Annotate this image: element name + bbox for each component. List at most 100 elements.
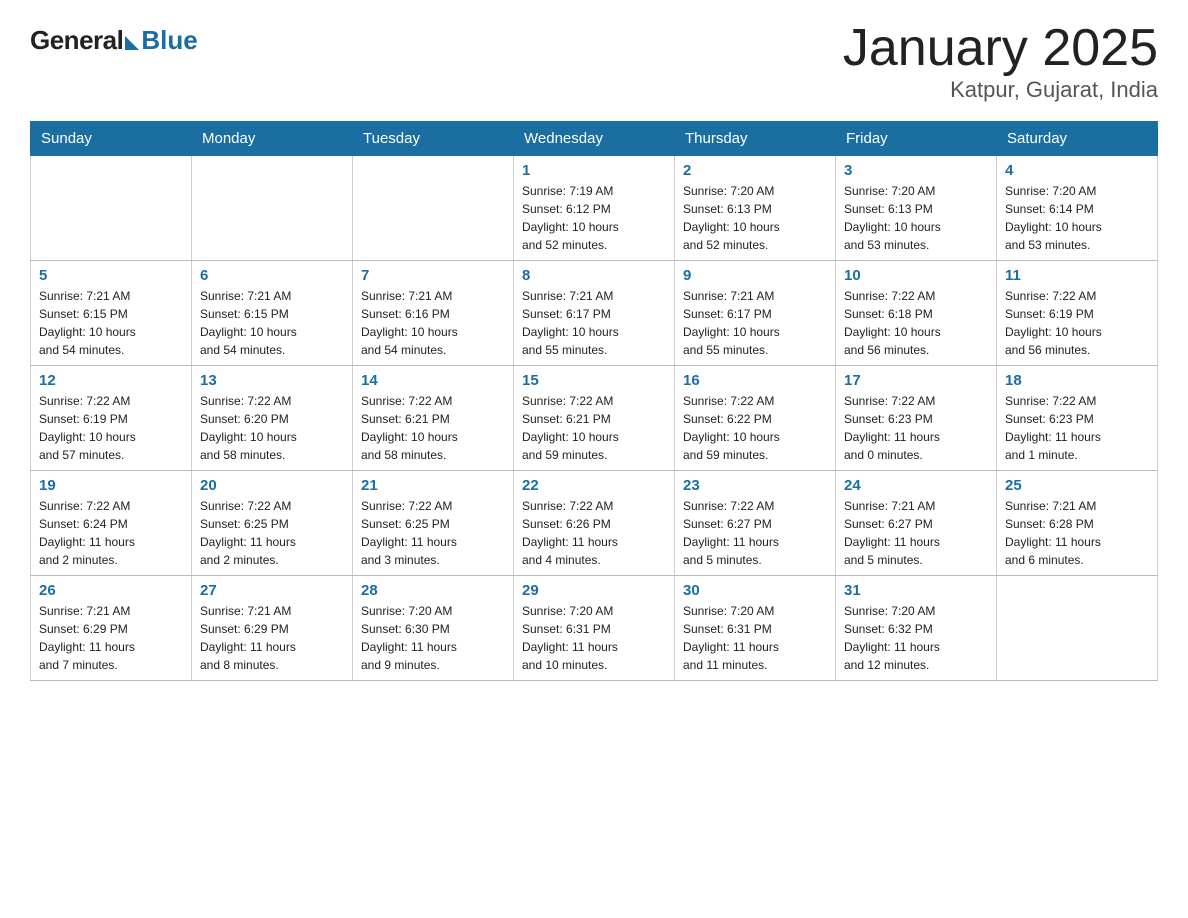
day-info: Sunrise: 7:21 AM Sunset: 6:17 PM Dayligh… (522, 287, 666, 359)
calendar-cell: 20 Sunrise: 7:22 AM Sunset: 6:25 PM Dayli… (192, 471, 353, 576)
day-info: Sunrise: 7:22 AM Sunset: 6:26 PM Dayligh… (522, 497, 666, 569)
day-info: Sunrise: 7:20 AM Sunset: 6:32 PM Dayligh… (844, 602, 988, 674)
calendar-cell: 11 Sunrise: 7:22 AM Sunset: 6:19 PM Dayli… (997, 261, 1158, 366)
day-info: Sunrise: 7:21 AM Sunset: 6:29 PM Dayligh… (39, 602, 183, 674)
day-info: Sunrise: 7:22 AM Sunset: 6:23 PM Dayligh… (1005, 392, 1149, 464)
calendar-cell: 8Sunrise: 7:21 AM Sunset: 6:17 PM Daylig… (514, 261, 675, 366)
calendar-cell: 21 Sunrise: 7:22 AM Sunset: 6:25 PM Dayli… (353, 471, 514, 576)
logo-blue-text: Blue (141, 25, 197, 56)
calendar-cell: 9 Sunrise: 7:21 AM Sunset: 6:17 PM Daylig… (675, 261, 836, 366)
logo-triangle-icon (125, 36, 139, 50)
day-info: Sunrise: 7:21 AM Sunset: 6:16 PM Dayligh… (361, 287, 505, 359)
day-info: Sunrise: 7:20 AM Sunset: 6:14 PM Dayligh… (1005, 182, 1149, 254)
day-info: Sunrise: 7:22 AM Sunset: 6:19 PM Dayligh… (39, 392, 183, 464)
calendar-cell: 15 Sunrise: 7:22 AM Sunset: 6:21 PM Dayli… (514, 366, 675, 471)
calendar-cell: 6 Sunrise: 7:21 AM Sunset: 6:15 PM Daylig… (192, 261, 353, 366)
day-info: Sunrise: 7:22 AM Sunset: 6:25 PM Dayligh… (361, 497, 505, 569)
day-info: Sunrise: 7:20 AM Sunset: 6:13 PM Dayligh… (683, 182, 827, 254)
calendar-cell: 30 Sunrise: 7:20 AM Sunset: 6:31 PM Dayli… (675, 576, 836, 681)
day-number: 9 (683, 267, 827, 284)
calendar-cell: 22Sunrise: 7:22 AM Sunset: 6:26 PM Dayli… (514, 471, 675, 576)
weekday-header-thursday: Thursday (675, 122, 836, 156)
day-number: 24 (844, 477, 988, 494)
calendar-cell: 26 Sunrise: 7:21 AM Sunset: 6:29 PM Dayli… (31, 576, 192, 681)
day-info: Sunrise: 7:22 AM Sunset: 6:25 PM Dayligh… (200, 497, 344, 569)
day-info: Sunrise: 7:22 AM Sunset: 6:21 PM Dayligh… (522, 392, 666, 464)
day-number: 25 (1005, 477, 1149, 494)
calendar-week-row: 5Sunrise: 7:21 AM Sunset: 6:15 PM Daylig… (31, 261, 1158, 366)
day-info: Sunrise: 7:21 AM Sunset: 6:27 PM Dayligh… (844, 497, 988, 569)
day-number: 26 (39, 582, 183, 599)
day-info: Sunrise: 7:22 AM Sunset: 6:24 PM Dayligh… (39, 497, 183, 569)
calendar-cell: 2 Sunrise: 7:20 AM Sunset: 6:13 PM Daylig… (675, 156, 836, 261)
page-header: General Blue January 2025 Katpur, Gujara… (30, 20, 1158, 103)
calendar-week-row: 19 Sunrise: 7:22 AM Sunset: 6:24 PM Dayli… (31, 471, 1158, 576)
day-number: 15 (522, 372, 666, 389)
calendar-cell: 5Sunrise: 7:21 AM Sunset: 6:15 PM Daylig… (31, 261, 192, 366)
calendar-cell: 18Sunrise: 7:22 AM Sunset: 6:23 PM Dayli… (997, 366, 1158, 471)
day-number: 13 (200, 372, 344, 389)
day-number: 12 (39, 372, 183, 389)
weekday-header-tuesday: Tuesday (353, 122, 514, 156)
calendar-header: SundayMondayTuesdayWednesdayThursdayFrid… (31, 122, 1158, 156)
logo-general-text: General (30, 25, 123, 56)
calendar-cell: 12 Sunrise: 7:22 AM Sunset: 6:19 PM Dayli… (31, 366, 192, 471)
day-number: 27 (200, 582, 344, 599)
calendar-cell: 25Sunrise: 7:21 AM Sunset: 6:28 PM Dayli… (997, 471, 1158, 576)
day-number: 29 (522, 582, 666, 599)
day-number: 6 (200, 267, 344, 284)
page-title: January 2025 (843, 20, 1158, 77)
day-info: Sunrise: 7:21 AM Sunset: 6:17 PM Dayligh… (683, 287, 827, 359)
day-number: 3 (844, 162, 988, 179)
day-info: Sunrise: 7:22 AM Sunset: 6:20 PM Dayligh… (200, 392, 344, 464)
day-number: 31 (844, 582, 988, 599)
day-number: 19 (39, 477, 183, 494)
day-number: 30 (683, 582, 827, 599)
day-number: 1 (522, 162, 666, 179)
day-info: Sunrise: 7:22 AM Sunset: 6:27 PM Dayligh… (683, 497, 827, 569)
calendar-cell: 17 Sunrise: 7:22 AM Sunset: 6:23 PM Dayli… (836, 366, 997, 471)
day-info: Sunrise: 7:20 AM Sunset: 6:30 PM Dayligh… (361, 602, 505, 674)
weekday-header-sunday: Sunday (31, 122, 192, 156)
day-info: Sunrise: 7:21 AM Sunset: 6:15 PM Dayligh… (200, 287, 344, 359)
weekday-header-monday: Monday (192, 122, 353, 156)
calendar-cell (31, 156, 192, 261)
calendar-cell: 27Sunrise: 7:21 AM Sunset: 6:29 PM Dayli… (192, 576, 353, 681)
day-number: 14 (361, 372, 505, 389)
calendar-cell (353, 156, 514, 261)
calendar-cell: 19 Sunrise: 7:22 AM Sunset: 6:24 PM Dayli… (31, 471, 192, 576)
day-number: 10 (844, 267, 988, 284)
calendar-cell: 23 Sunrise: 7:22 AM Sunset: 6:27 PM Dayli… (675, 471, 836, 576)
calendar-cell: 24 Sunrise: 7:21 AM Sunset: 6:27 PM Dayli… (836, 471, 997, 576)
day-info: Sunrise: 7:22 AM Sunset: 6:23 PM Dayligh… (844, 392, 988, 464)
calendar-week-row: 1 Sunrise: 7:19 AM Sunset: 6:12 PM Daylig… (31, 156, 1158, 261)
day-info: Sunrise: 7:19 AM Sunset: 6:12 PM Dayligh… (522, 182, 666, 254)
day-number: 2 (683, 162, 827, 179)
title-block: January 2025 Katpur, Gujarat, India (843, 20, 1158, 103)
weekday-header-row: SundayMondayTuesdayWednesdayThursdayFrid… (31, 122, 1158, 156)
calendar-cell (192, 156, 353, 261)
calendar-cell: 31 Sunrise: 7:20 AM Sunset: 6:32 PM Dayli… (836, 576, 997, 681)
weekday-header-wednesday: Wednesday (514, 122, 675, 156)
day-info: Sunrise: 7:22 AM Sunset: 6:19 PM Dayligh… (1005, 287, 1149, 359)
calendar-cell: 1 Sunrise: 7:19 AM Sunset: 6:12 PM Daylig… (514, 156, 675, 261)
calendar-cell: 28Sunrise: 7:20 AM Sunset: 6:30 PM Dayli… (353, 576, 514, 681)
day-number: 11 (1005, 267, 1149, 284)
calendar-cell: 3Sunrise: 7:20 AM Sunset: 6:13 PM Daylig… (836, 156, 997, 261)
day-number: 21 (361, 477, 505, 494)
day-info: Sunrise: 7:20 AM Sunset: 6:31 PM Dayligh… (683, 602, 827, 674)
day-number: 23 (683, 477, 827, 494)
day-number: 17 (844, 372, 988, 389)
day-number: 4 (1005, 162, 1149, 179)
day-info: Sunrise: 7:22 AM Sunset: 6:22 PM Dayligh… (683, 392, 827, 464)
day-info: Sunrise: 7:21 AM Sunset: 6:15 PM Dayligh… (39, 287, 183, 359)
day-info: Sunrise: 7:20 AM Sunset: 6:31 PM Dayligh… (522, 602, 666, 674)
day-info: Sunrise: 7:22 AM Sunset: 6:21 PM Dayligh… (361, 392, 505, 464)
day-info: Sunrise: 7:22 AM Sunset: 6:18 PM Dayligh… (844, 287, 988, 359)
day-number: 16 (683, 372, 827, 389)
calendar-cell: 29 Sunrise: 7:20 AM Sunset: 6:31 PM Dayli… (514, 576, 675, 681)
logo: General Blue (30, 25, 198, 56)
calendar-cell: 14 Sunrise: 7:22 AM Sunset: 6:21 PM Dayli… (353, 366, 514, 471)
calendar-week-row: 12 Sunrise: 7:22 AM Sunset: 6:19 PM Dayli… (31, 366, 1158, 471)
day-number: 20 (200, 477, 344, 494)
